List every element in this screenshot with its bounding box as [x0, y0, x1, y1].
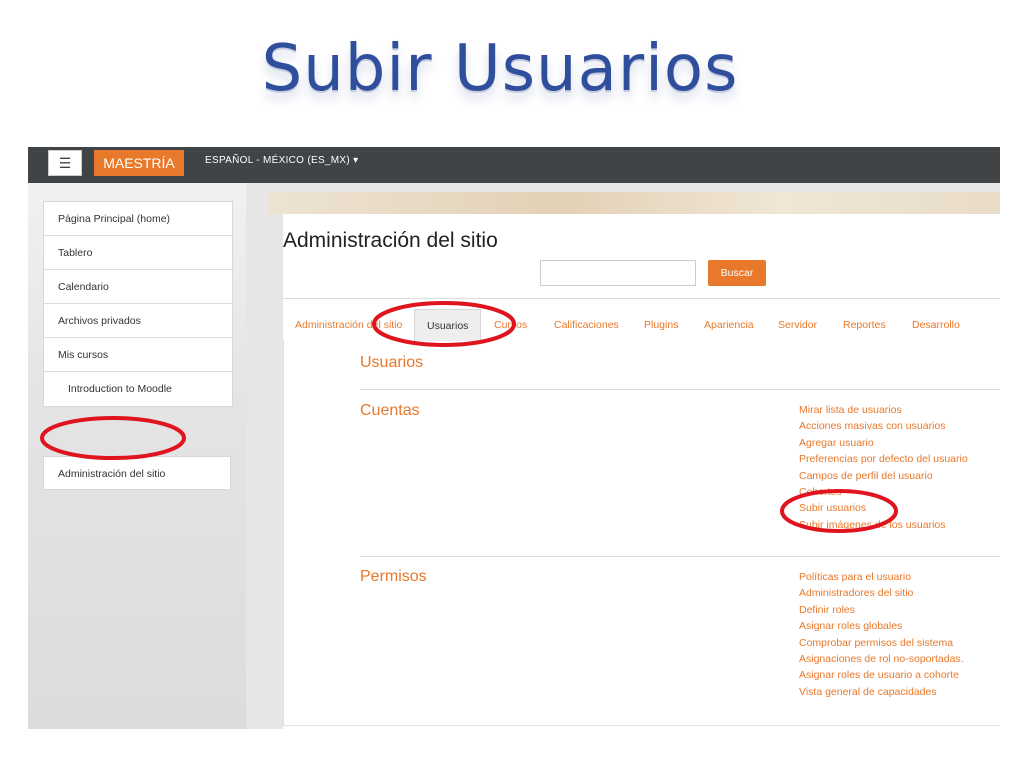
highlight-ellipse [40, 416, 186, 460]
highlight-ellipse [780, 489, 898, 533]
highlight-ellipse [372, 301, 516, 347]
annotation-layer [40, 301, 898, 533]
